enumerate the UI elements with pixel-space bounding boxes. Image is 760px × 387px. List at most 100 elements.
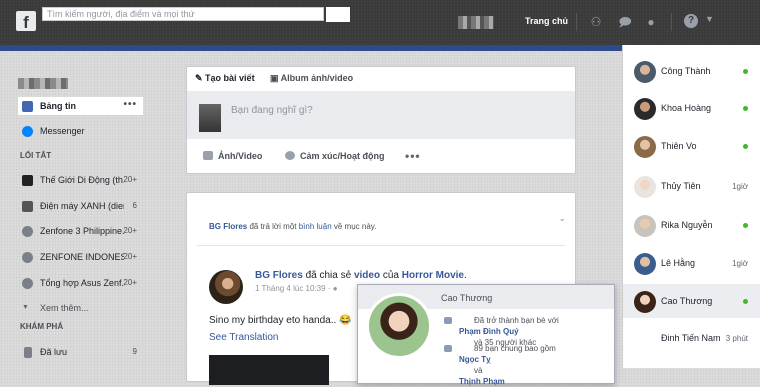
friend-link[interactable]: Thịnh Phạm: [459, 377, 505, 386]
group-icon: [22, 278, 33, 289]
avatar[interactable]: [366, 293, 432, 359]
chat-contact[interactable]: Thiên Vo: [623, 129, 760, 163]
notification-count: 9: [132, 347, 137, 356]
chat-contact[interactable]: Cao Thương: [623, 284, 760, 318]
avatar: [634, 215, 656, 237]
info-text: 89 bạn chung bao gồm: [474, 344, 556, 353]
actor-link[interactable]: BG Flores: [209, 222, 247, 231]
tab-photo-album[interactable]: ▣ Album ảnh/video: [270, 73, 353, 84]
avatar: [634, 176, 656, 198]
sidebar-item-shortcut[interactable]: Điện máy XANH (dien... 6: [18, 197, 143, 215]
see-more-label: Xem thêm...: [40, 303, 89, 313]
photo-icon: [203, 151, 213, 160]
video-link[interactable]: video: [354, 270, 380, 281]
chat-contact[interactable]: Đinh Tiến Nam 3 phút: [623, 321, 760, 355]
avatar: [634, 328, 656, 350]
friend-link[interactable]: Ngọc Tỵ: [459, 355, 491, 364]
button-label: Ảnh/Video: [218, 151, 263, 161]
divider: [576, 13, 577, 31]
profile-shortcut-pixelated[interactable]: [458, 16, 494, 29]
sidebar-item-label: Messenger: [40, 126, 85, 136]
photo-video-button[interactable]: Ảnh/Video: [203, 151, 262, 161]
group-thumbnail-icon: [22, 201, 33, 212]
contact-name: Khoa Hoàng: [661, 103, 712, 113]
caret-down-icon[interactable]: ▼: [705, 14, 714, 24]
sidebar-item-saved[interactable]: Đã lưu 9: [18, 343, 143, 361]
friend-link[interactable]: Phạm Đình Quý: [459, 327, 519, 336]
chat-sidebar: Công Thành Khoa Hoàng Thiên Vo Thủy Tiên…: [622, 45, 760, 368]
divider: [671, 13, 672, 31]
avatar[interactable]: [209, 270, 243, 304]
more-options-icon[interactable]: •••: [123, 96, 137, 114]
info-text: và: [474, 366, 483, 375]
post-text: Sino my birthday eto handa.. 😂: [209, 315, 352, 326]
explore-heading: KHÁM PHÁ: [20, 322, 64, 331]
notification-count: 20+: [123, 278, 137, 287]
search-button[interactable]: [326, 7, 350, 22]
timestamp-text: 1 Tháng 4 lúc 10:39 ·: [255, 284, 333, 293]
globe-icon[interactable]: ●: [643, 15, 659, 29]
more-options-icon[interactable]: •••: [405, 149, 421, 163]
online-status-dot: [743, 106, 748, 111]
online-status-dot: [743, 223, 748, 228]
sidebar-item-label: Tổng hợp Asus Zenf...: [40, 278, 124, 288]
notification-count: 20+: [123, 252, 137, 261]
hover-card-name[interactable]: Cao Thương: [441, 293, 492, 303]
album-icon: ▣: [270, 73, 281, 83]
post-header: BG Flores đã chia sẻ video của Horror Mo…: [255, 270, 467, 281]
globe-icon: ●: [332, 284, 338, 293]
group-thumbnail-icon: [22, 175, 33, 186]
feeling-activity-button[interactable]: Cảm xúc/Hoạt động: [285, 151, 385, 161]
group-icon: [22, 226, 33, 237]
sidebar-item-shortcut[interactable]: Thế Giới Di Động (th... 20+: [18, 171, 143, 189]
video-thumbnail[interactable]: [209, 355, 329, 385]
sidebar-item-shortcut[interactable]: Tổng hợp Asus Zenf... 20+: [18, 274, 143, 292]
bookmark-icon: [24, 347, 32, 358]
composer-placeholder: Bạn đang nghĩ gì?: [231, 105, 313, 116]
sidebar-item-shortcut[interactable]: ZENFONE INDONESI... 20+: [18, 248, 143, 266]
see-more-link[interactable]: ▼ Xem thêm...: [18, 299, 143, 317]
avatar: [634, 253, 656, 275]
contact-name: Thiên Vo: [661, 141, 697, 151]
messenger-icon[interactable]: 🗩: [617, 15, 633, 29]
chat-contact[interactable]: Thủy Tiên 1giờ: [623, 169, 760, 203]
sidebar-item-messenger[interactable]: Messenger: [18, 122, 143, 140]
tab-label: Album ảnh/video: [280, 73, 354, 83]
sidebar-item-label: Điện máy XANH (dien...: [40, 201, 124, 211]
comment-link[interactable]: bình luận: [299, 222, 332, 231]
chat-contact[interactable]: Lê Hằng 1giờ: [623, 246, 760, 280]
chat-contact[interactable]: Khoa Hoàng: [623, 91, 760, 125]
chat-contact[interactable]: Công Thành: [623, 54, 760, 88]
home-link[interactable]: Trang chủ: [525, 16, 568, 26]
post-header-text: đã chia sẻ: [302, 270, 354, 281]
contact-name: Công Thành: [661, 66, 711, 76]
post-timestamp[interactable]: 1 Tháng 4 lúc 10:39 · ●: [255, 284, 338, 293]
last-active-time: 1giờ: [732, 259, 748, 268]
sidebar-item-shortcut[interactable]: Zenfone 3 Philippine... 20+: [18, 222, 143, 240]
profile-hover-card: Cao Thương Đã trở thành bạn bè với Phạm …: [357, 284, 615, 386]
friends-icon: [444, 317, 452, 324]
facebook-logo-icon[interactable]: f: [16, 11, 36, 31]
contact-name: Cao Thương: [661, 296, 713, 306]
smiley-icon: [285, 151, 295, 160]
sidebar-item-label: Đã lưu: [40, 347, 68, 357]
post-header-text: .: [464, 270, 467, 281]
author-link[interactable]: BG Flores: [255, 270, 303, 281]
chat-contact[interactable]: Rika Nguyễn: [623, 208, 760, 242]
profile-name-pixelated[interactable]: [18, 78, 68, 89]
page-link[interactable]: Horror Movie: [402, 270, 464, 281]
notification-count: 6: [132, 201, 137, 210]
contact-name: Rika Nguyễn: [661, 220, 713, 230]
sidebar-item-news-feed[interactable]: Bảng tin •••: [18, 97, 143, 115]
see-translation-link[interactable]: See Translation: [209, 332, 279, 343]
post-options-chevron-icon[interactable]: ⌄: [558, 213, 566, 224]
friends-icon[interactable]: ⚇: [588, 15, 604, 29]
sidebar-item-label: Thế Giới Di Động (th...: [40, 175, 124, 185]
button-label: Cảm xúc/Hoạt động: [300, 151, 385, 161]
help-icon[interactable]: ?: [684, 14, 698, 28]
tab-label: Tạo bài viết: [205, 73, 255, 83]
tab-create-post[interactable]: ✎ Tạo bài viết: [195, 73, 255, 84]
search-input[interactable]: Tìm kiếm người, địa điểm và mọi thứ: [42, 7, 324, 21]
composer-input-area[interactable]: Bạn đang nghĩ gì?: [187, 91, 575, 139]
activity-text: đã trả lời một: [247, 222, 299, 231]
